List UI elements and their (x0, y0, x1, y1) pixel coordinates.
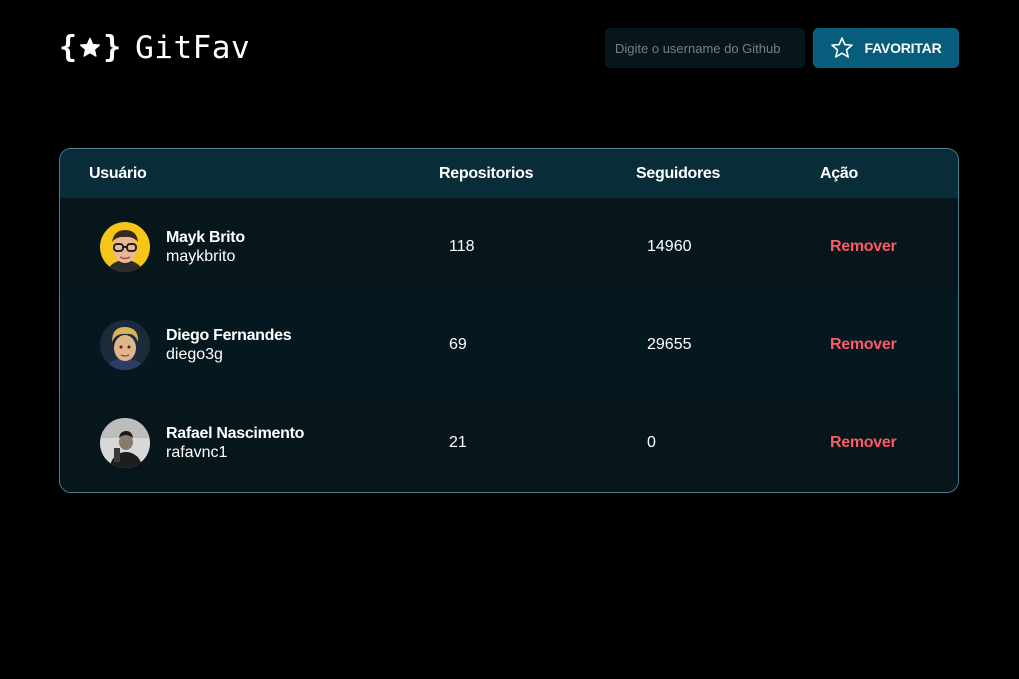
user-name: Diego Fernandes (166, 327, 292, 344)
column-header-user: Usuário (89, 164, 147, 182)
column-header-action: Ação (820, 164, 858, 182)
remove-button[interactable]: Remover (830, 238, 897, 256)
search-input[interactable] (605, 28, 805, 68)
user-cell: Diego Fernandes diego3g (60, 320, 439, 370)
table-row: Rafael Nascimento rafavnc1 21 0 Remover (60, 394, 958, 492)
logo: { } GitFav (59, 28, 250, 68)
remove-button[interactable]: Remover (830, 434, 897, 452)
column-header-repositories: Repositorios (439, 164, 534, 182)
user-info: Rafael Nascimento rafavnc1 (166, 424, 304, 462)
favorite-button[interactable]: FAVORITAR (813, 28, 959, 68)
avatar[interactable] (100, 320, 150, 370)
user-login[interactable]: diego3g (166, 345, 291, 364)
user-info: Mayk Brito maykbrito (166, 228, 245, 266)
avatar[interactable] (100, 418, 150, 468)
logo-text: GitFav (135, 30, 251, 66)
logo-icon: { } (59, 30, 122, 65)
followers-count: 14960 (647, 238, 692, 255)
remove-button[interactable]: Remover (830, 336, 897, 354)
logo-star-icon (80, 37, 101, 57)
star-icon (831, 37, 854, 58)
user-cell: Mayk Brito maykbrito (60, 222, 439, 272)
repos-count: 69 (449, 336, 467, 353)
repos-count: 21 (449, 434, 467, 451)
header: { } GitFav FAVORITAR (59, 28, 959, 68)
page: { } GitFav FAVORITAR Usuário Repositorio… (0, 0, 1019, 679)
avatar[interactable] (100, 222, 150, 272)
table-header-row: Usuário Repositorios Seguidores Ação (60, 149, 958, 198)
favorite-button-label: FAVORITAR (864, 40, 942, 56)
user-info: Diego Fernandes diego3g (166, 326, 292, 364)
user-name: Rafael Nascimento (166, 425, 305, 442)
user-login[interactable]: maykbrito (166, 247, 245, 266)
followers-count: 29655 (647, 336, 692, 353)
favorites-table: Usuário Repositorios Seguidores Ação May… (59, 148, 959, 493)
table-row: Mayk Brito maykbrito 118 14960 Remover (60, 198, 958, 296)
column-header-followers: Seguidores (636, 164, 721, 182)
followers-count: 0 (647, 434, 656, 451)
user-login[interactable]: rafavnc1 (166, 443, 304, 462)
repos-count: 118 (449, 238, 475, 255)
user-cell: Rafael Nascimento rafavnc1 (60, 418, 439, 468)
table-row: Diego Fernandes diego3g 69 29655 Remover (60, 296, 958, 394)
user-name: Mayk Brito (166, 229, 245, 246)
